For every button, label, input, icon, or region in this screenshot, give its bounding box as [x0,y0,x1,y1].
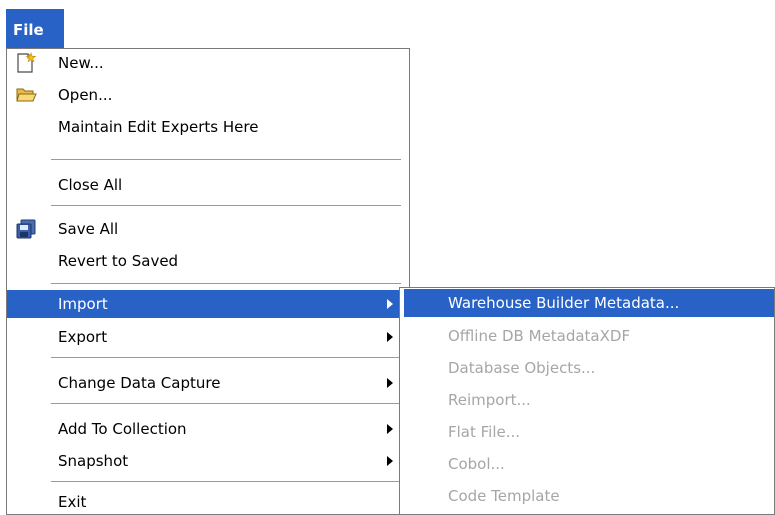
menu-separator [51,481,401,482]
submenu-item-label: Flat File... [448,423,521,441]
submenu-item-code-template: Code Template [404,482,774,510]
menu-item-add-to-collection[interactable]: Add To Collection [7,415,409,443]
submenu-item-label: Warehouse Builder Metadata... [448,294,680,312]
menu-item-label: Import [58,295,108,313]
menu-item-label: Add To Collection [58,420,187,438]
menu-item-label: Revert to Saved [58,252,179,270]
submenu-item-database-objects: Database Objects... [404,354,774,382]
submenu-arrow-icon [387,299,393,309]
menu-item-label: Export [58,328,108,346]
menu-item-export[interactable]: Export [7,323,409,351]
submenu-item-flat-file: Flat File... [404,418,774,446]
menu-item-label: Change Data Capture [58,374,221,392]
submenu-item-label: Database Objects... [448,359,596,377]
submenu-arrow-icon [387,456,393,466]
menu-item-label: Close All [58,176,123,194]
submenu-item-label: Code Template [448,487,560,505]
menu-separator [51,159,401,160]
menu-item-label: New... [58,54,104,72]
save-all-icon [16,219,36,239]
file-menu: New... Open... Maintain Edit Experts Her… [6,48,410,515]
submenu-arrow-icon [387,332,393,342]
menu-item-maintain-edit-experts[interactable]: Maintain Edit Experts Here [7,113,409,141]
menu-item-close-all[interactable]: Close All [7,171,409,199]
submenu-item-label: Offline DB MetadataXDF [448,327,631,345]
menu-separator [51,283,401,284]
menu-item-label: Save All [58,220,119,238]
menu-item-save-all[interactable]: Save All [7,215,409,243]
submenu-item-cobol: Cobol... [404,450,774,478]
menu-item-snapshot[interactable]: Snapshot [7,447,409,475]
screen: File New... Open... Maintain Edit Expert… [0,0,775,515]
menu-item-revert-to-saved[interactable]: Revert to Saved [7,247,409,275]
menu-item-new[interactable]: New... [7,49,409,77]
menu-item-change-data-capture[interactable]: Change Data Capture [7,369,409,397]
submenu-item-reimport: Reimport... [404,386,774,414]
new-file-icon [17,52,37,73]
menu-item-exit[interactable]: Exit [7,488,409,515]
menu-item-label: Snapshot [58,452,129,470]
menu-separator [51,357,401,358]
folder-open-icon [16,88,37,102]
menu-separator [51,205,401,206]
submenu-item-label: Reimport... [448,391,531,409]
submenu-arrow-icon [387,424,393,434]
submenu-arrow-icon [387,378,393,388]
import-submenu: Warehouse Builder Metadata... Offline DB… [399,287,775,515]
menu-item-label: Exit [58,493,87,511]
file-menu-button[interactable]: File [6,9,64,49]
menu-item-open[interactable]: Open... [7,81,409,109]
menu-item-import[interactable]: Import [7,290,409,318]
submenu-item-warehouse-builder-metadata[interactable]: Warehouse Builder Metadata... [404,289,774,317]
menu-item-label: Open... [58,86,113,104]
menu-separator [51,403,401,404]
submenu-item-label: Cobol... [448,455,505,473]
menu-item-label: Maintain Edit Experts Here [58,118,259,136]
submenu-item-offline-db-metadataxdf: Offline DB MetadataXDF [404,322,774,350]
